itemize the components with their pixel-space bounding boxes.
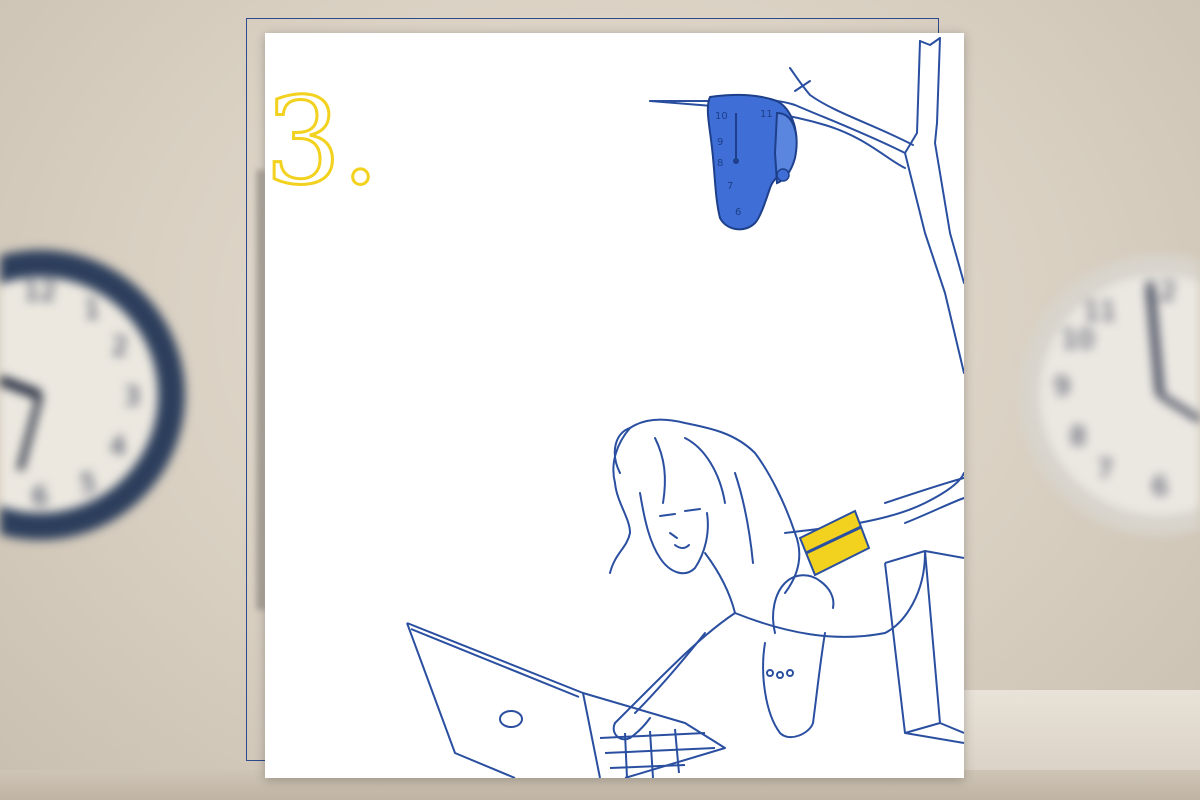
svg-text:8: 8 [1070, 422, 1087, 452]
svg-text:8: 8 [717, 158, 723, 169]
laptop-icon [406, 622, 726, 778]
svg-text:3: 3 [124, 382, 141, 412]
svg-text:6: 6 [735, 207, 741, 218]
svg-text:6: 6 [1152, 472, 1169, 502]
svg-text:9: 9 [717, 137, 723, 148]
svg-text:6: 6 [32, 482, 49, 512]
svg-text:11: 11 [1083, 297, 1116, 327]
credit-card-icon [798, 509, 871, 577]
svg-text:12: 12 [23, 277, 56, 307]
woman-illustration [609, 418, 964, 741]
step-number: 3. [265, 73, 380, 212]
svg-text:10: 10 [715, 111, 728, 122]
melting-clock-icon: 10 11 9 8 7 6 [706, 93, 798, 231]
illustration-drawing: 3. 10 11 9 8 7 6 [265, 37, 964, 778]
shopping-bag-icon [884, 550, 964, 744]
svg-text:10: 10 [1061, 325, 1094, 355]
svg-text:7: 7 [727, 181, 733, 192]
svg-text:2: 2 [112, 332, 129, 362]
svg-text:5: 5 [80, 469, 97, 499]
svg-text:4: 4 [110, 432, 127, 462]
tree-icon [649, 37, 964, 374]
svg-text:11: 11 [760, 109, 773, 120]
svg-text:1: 1 [84, 295, 101, 325]
svg-text:7: 7 [1097, 455, 1114, 485]
svg-text:9: 9 [1054, 372, 1071, 402]
illustration-card: 3. 10 11 9 8 7 6 [265, 33, 964, 778]
